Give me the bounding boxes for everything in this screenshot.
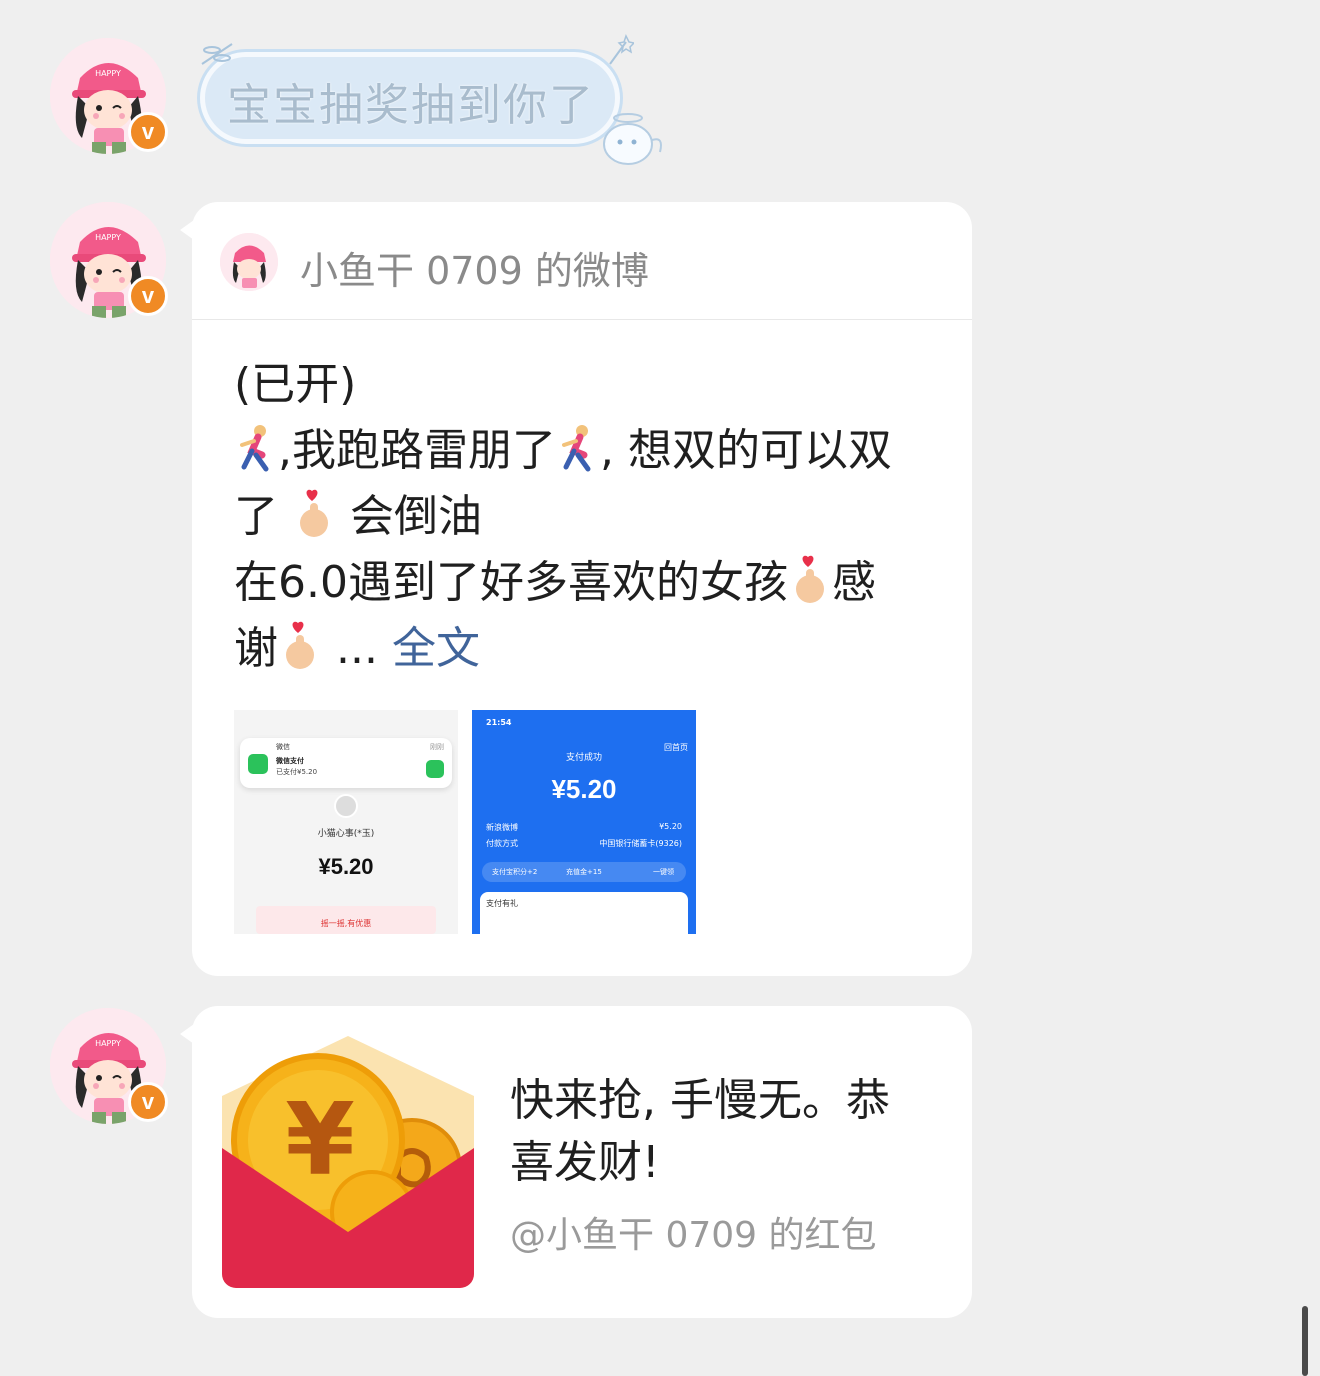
wechat-icon [248,754,268,774]
svg-text:HAPPY: HAPPY [95,69,121,78]
greeting-text: 宝宝抽奖抽到你了 [227,80,595,131]
post-image-wechat-pay[interactable]: 微信 刚刚 微信支付 已支付¥5.20 小猫心事(*玉) ¥5.20 摇一摇,有… [234,710,458,934]
weibo-share-card[interactable]: 小鱼干 0709 的微博 (已开) ,我跑路雷朋了 , 想双的可以双 了 会倒油… [180,202,972,976]
post-line: (已开) [234,359,357,410]
runner-emoji-icon [240,425,269,472]
rewards-bar: 支付宝积分+2 充值金+15 一键领 [482,862,686,882]
red-packet-sender: @小鱼干 0709 的红包 [510,1215,877,1256]
scrollbar[interactable] [1302,1306,1308,1376]
dragonfly-icon [201,43,233,65]
svg-text:HAPPY: HAPPY [95,233,121,242]
full-text-link[interactable]: 全文 [392,623,480,674]
red-packet-message: 快来抢, 手慢无。恭 喜发财! [510,1075,890,1188]
weibo-source-label: 小鱼干 0709 的微博 [300,249,649,293]
red-packet-icon: ¥ [222,1036,474,1288]
post-line: 谢 ... 全文 [234,621,480,674]
avatar[interactable]: HAPPY v [50,1008,168,1124]
svg-text:HAPPY: HAPPY [95,1039,121,1048]
post-line: 在6.0遇到了好多喜欢的女孩 感 [234,555,876,608]
post-image-alipay-success[interactable]: 21:54 回首页 支付成功 ¥5.20 新浪微博 ¥5.20 付款方式 中国银… [472,710,696,934]
verified-badge-icon: v [128,112,168,152]
wechat-pay-icon [426,760,444,778]
finger-heart-emoji-icon [286,621,314,669]
avatar[interactable]: HAPPY v [50,202,168,318]
greeting-bubble[interactable]: 宝宝抽奖抽到你了 [200,52,620,144]
wand-icon [609,34,634,65]
post-line: ,我跑路雷朋了 , 想双的可以双 [234,418,924,484]
avatar[interactable]: HAPPY v [50,38,168,154]
weibo-source-header[interactable]: 小鱼干 0709 的微博 [192,202,972,320]
source-avatar [220,233,278,291]
angel-puppy-icon [603,113,662,165]
payee-avatar [334,794,358,818]
payment-notification: 微信 刚刚 微信支付 已支付¥5.20 [240,738,452,788]
post-line: 了 会倒油 [234,489,482,542]
gift-panel: 支付有礼 [480,892,688,934]
runner-emoji-icon [562,425,591,472]
finger-heart-emoji-icon [795,555,824,603]
weibo-post-text[interactable]: (已开) ,我跑路雷朋了 , 想双的可以双 了 会倒油 在6.0遇到了好多喜欢的… [234,352,924,682]
red-packet-card[interactable]: ¥ 快来抢, 手慢无。恭 喜发财! @小鱼干 0709 的红包 [180,1006,972,1318]
promo-banner: 摇一摇,有优惠 [256,906,436,934]
finger-heart-emoji-icon [300,489,328,537]
verified-badge-icon: v [128,1082,168,1122]
verified-badge-icon: v [128,276,168,316]
